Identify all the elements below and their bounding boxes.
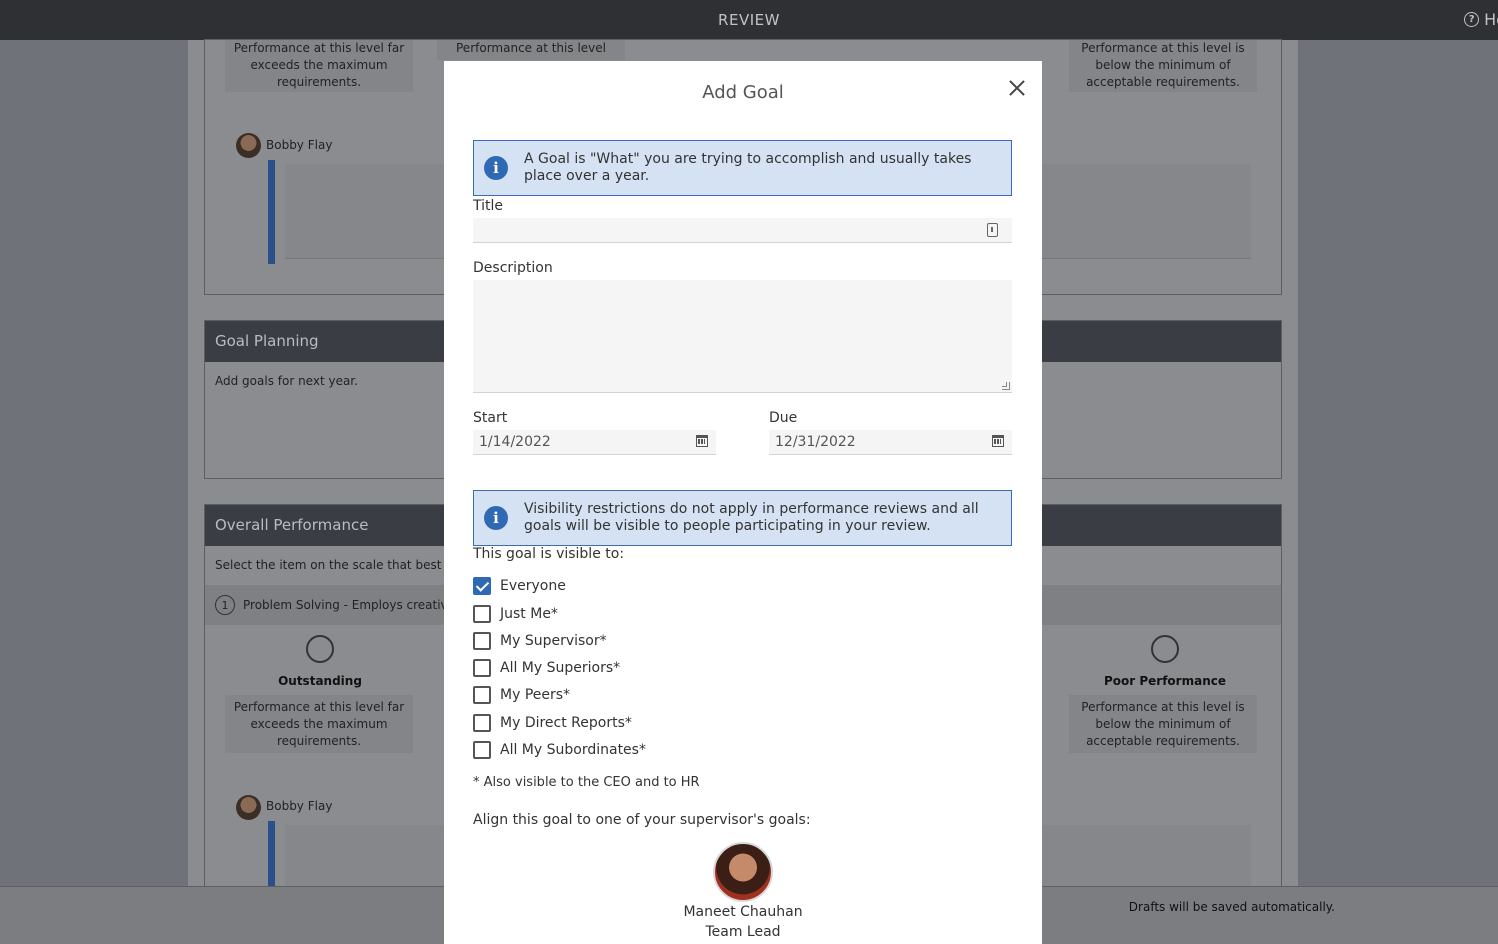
rating-desc-outstanding: Performance at this level far exceeds th… xyxy=(225,695,413,753)
info-icon: i xyxy=(484,156,508,180)
resize-grip-icon[interactable] xyxy=(1002,382,1010,390)
criteria-number: 1 xyxy=(215,595,235,615)
field-options-icon[interactable] xyxy=(987,223,998,237)
visibility-option-label: Just Me* xyxy=(500,606,558,622)
start-label: Start xyxy=(473,410,508,426)
due-date-input[interactable] xyxy=(769,430,1012,455)
info-icon: i xyxy=(484,506,508,530)
reviewer-name: Bobby Flay xyxy=(266,138,333,152)
description-label: Description xyxy=(473,260,553,276)
align-label: Align this goal to one of your superviso… xyxy=(473,812,811,828)
page-title: REVIEW xyxy=(718,11,780,29)
visibility-checkbox[interactable] xyxy=(473,686,491,704)
visibility-option-label: All My Superiors* xyxy=(500,660,621,676)
rating-desc-poor: Performance at this level is below the m… xyxy=(1069,695,1257,753)
goal-info-box: i A Goal is "What" you are trying to acc… xyxy=(473,140,1012,196)
reviewer-avatar xyxy=(236,795,261,820)
visible-to-label: This goal is visible to: xyxy=(473,546,625,562)
visibility-option[interactable]: My Direct Reports* xyxy=(473,714,632,732)
title-input[interactable] xyxy=(473,218,1012,243)
visibility-info-box: i Visibility restrictions do not apply i… xyxy=(473,490,1012,546)
rating-radio-poor[interactable] xyxy=(1151,635,1179,663)
calendar-icon[interactable] xyxy=(696,435,708,447)
comment-marker xyxy=(268,160,275,264)
visibility-checkbox[interactable] xyxy=(473,577,491,595)
visibility-checkbox[interactable] xyxy=(473,632,491,650)
visibility-option-label: Everyone xyxy=(500,578,566,594)
supervisor-role: Team Lead xyxy=(705,924,781,940)
close-icon[interactable] xyxy=(1006,77,1028,99)
visibility-option-label: My Peers* xyxy=(500,687,571,703)
due-label: Due xyxy=(769,410,798,426)
visibility-option-label: My Direct Reports* xyxy=(500,715,632,731)
visibility-option[interactable]: My Supervisor* xyxy=(473,632,607,650)
description-textarea[interactable] xyxy=(473,280,1012,393)
help-label: He xyxy=(1484,10,1498,29)
scale-description: Performance at this level far exceeds th… xyxy=(225,40,413,92)
rating-label-poor: Poor Performance xyxy=(1103,674,1226,688)
scale-description: Performance at this level xyxy=(437,40,625,60)
rating-label-outstanding: Outstanding xyxy=(278,674,362,688)
reviewer-name: Bobby Flay xyxy=(266,799,333,813)
visibility-checkbox[interactable] xyxy=(473,605,491,623)
criteria-text: Problem Solving - Employs creative i xyxy=(243,598,463,612)
modal-title: Add Goal xyxy=(702,82,784,103)
goal-info-text: A Goal is "What" you are trying to accom… xyxy=(524,151,972,184)
visibility-option[interactable]: Everyone xyxy=(473,577,566,595)
visibility-info-text: Visibility restrictions do not apply in … xyxy=(524,501,979,534)
help-link[interactable]: ? He xyxy=(1464,10,1498,29)
help-icon: ? xyxy=(1464,12,1480,27)
visibility-checkbox[interactable] xyxy=(473,741,491,759)
visibility-option-label: My Supervisor* xyxy=(500,633,607,649)
visibility-option[interactable]: Just Me* xyxy=(473,605,558,623)
title-label: Title xyxy=(473,198,504,214)
start-date-input[interactable] xyxy=(473,430,716,455)
visibility-footnote: * Also visible to the CEO and to HR xyxy=(473,775,700,790)
top-bar: REVIEW ? He xyxy=(0,0,1498,40)
calendar-icon[interactable] xyxy=(992,435,1004,447)
add-goal-modal: Add Goal i A Goal is "What" you are tryi… xyxy=(444,61,1042,944)
reviewer-avatar xyxy=(236,133,261,158)
visibility-option[interactable]: All My Subordinates* xyxy=(473,741,646,759)
supervisor-name: Maneet Chauhan xyxy=(683,904,803,920)
visibility-option[interactable]: All My Superiors* xyxy=(473,659,620,677)
visibility-option-label: All My Subordinates* xyxy=(500,742,646,758)
visibility-option[interactable]: My Peers* xyxy=(473,686,570,704)
visibility-checkbox[interactable] xyxy=(473,714,491,732)
scale-description: Performance at this level is below the m… xyxy=(1069,40,1257,92)
rating-radio-outstanding[interactable] xyxy=(306,635,334,663)
visibility-checkbox[interactable] xyxy=(473,659,491,677)
supervisor-avatar[interactable] xyxy=(713,842,773,902)
drafts-note: Drafts will be saved automatically. xyxy=(1128,900,1335,914)
